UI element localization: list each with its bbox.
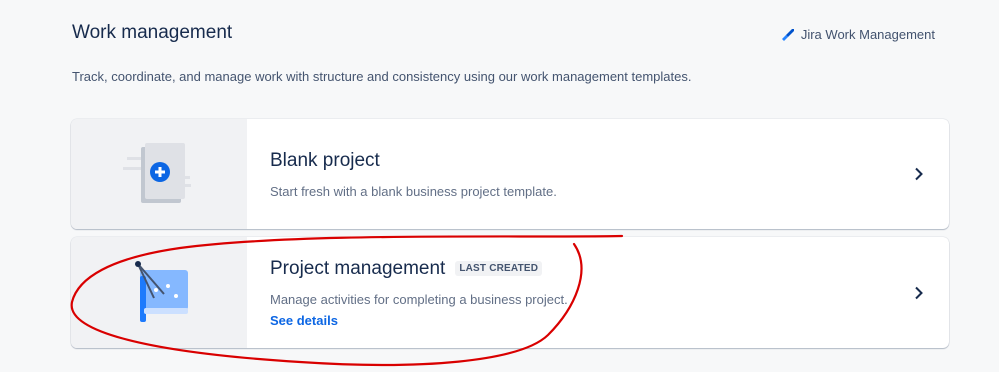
jira-logo-icon xyxy=(781,28,795,42)
chevron-right-icon[interactable] xyxy=(889,119,949,229)
project-management-description: Manage activities for completing a busin… xyxy=(270,291,568,307)
project-management-thumbnail xyxy=(71,237,247,348)
project-management-card[interactable]: Project management LAST CREATED Manage a… xyxy=(71,237,949,348)
chevron-right-icon[interactable] xyxy=(889,237,949,348)
section-description: Track, coordinate, and manage work with … xyxy=(72,69,692,84)
blank-project-thumbnail xyxy=(71,119,247,229)
see-details-link[interactable]: See details xyxy=(270,313,889,328)
blank-project-card[interactable]: Blank project Start fresh with a blank b… xyxy=(71,119,949,229)
blank-project-description: Start fresh with a blank business projec… xyxy=(270,183,557,199)
last-created-badge: LAST CREATED xyxy=(455,261,543,276)
product-badge: Jira Work Management xyxy=(781,27,935,42)
blank-project-illustration xyxy=(123,143,191,203)
product-label: Jira Work Management xyxy=(800,27,935,42)
blank-project-body: Blank project Start fresh with a blank b… xyxy=(247,119,889,229)
project-management-title: Project management xyxy=(270,257,446,279)
blank-project-title: Blank project xyxy=(270,149,380,171)
section-title: Work management xyxy=(72,22,233,43)
project-management-illustration xyxy=(135,260,188,322)
project-management-body: Project management LAST CREATED Manage a… xyxy=(247,237,889,348)
